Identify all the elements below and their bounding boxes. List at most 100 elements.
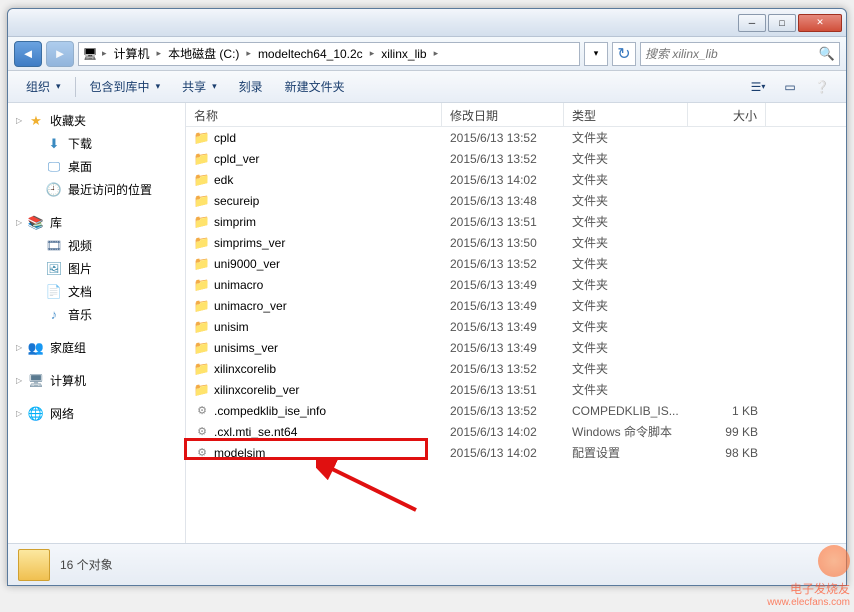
column-size[interactable]: 大小	[688, 103, 766, 126]
file-row[interactable]: 📁unimacro2015/6/13 13:49文件夹	[186, 274, 846, 295]
file-row[interactable]: ⚙.compedklib_ise_info2015/6/13 13:52COMP…	[186, 400, 846, 421]
search-icon[interactable]: 🔍	[819, 46, 835, 62]
file-row[interactable]: 📁unimacro_ver2015/6/13 13:49文件夹	[186, 295, 846, 316]
file-icon: ⚙	[194, 424, 210, 440]
sidebar-item-documents[interactable]: 📄 文档	[8, 280, 185, 303]
burn-button[interactable]: 刻录	[231, 74, 271, 99]
folder-icon: 📁	[194, 319, 210, 335]
file-name: secureip	[214, 194, 259, 208]
homegroup-group: 👥 家庭组	[8, 336, 185, 359]
sidebar-item-music[interactable]: ♪ 音乐	[8, 303, 185, 326]
column-type[interactable]: 类型	[564, 103, 688, 126]
forward-button[interactable]: ►	[46, 41, 74, 67]
computer-header[interactable]: 🖥 计算机	[8, 369, 185, 392]
help-button[interactable]: ❔	[808, 76, 836, 98]
file-row[interactable]: 📁simprim2015/6/13 13:51文件夹	[186, 211, 846, 232]
breadcrumb[interactable]: 🖥 ▸ 计算机 ▸ 本地磁盘 (C:) ▸ modeltech64_10.2c …	[78, 42, 580, 66]
recent-icon: 🕘	[46, 182, 62, 198]
arrow-right-icon: ►	[52, 46, 68, 62]
folder-icon: 📁	[194, 340, 210, 356]
minimize-button[interactable]: ─	[738, 14, 766, 32]
file-name: uni9000_ver	[214, 257, 280, 271]
organize-menu[interactable]: 组织	[18, 74, 69, 99]
file-type: 文件夹	[564, 234, 688, 251]
refresh-button[interactable]: ↻	[612, 42, 636, 66]
file-name: cpld	[214, 131, 236, 145]
favorites-header[interactable]: ★ 收藏夹	[8, 109, 185, 132]
file-row[interactable]: 📁 unisims_ver 2015/6/13 13:49文件夹	[186, 337, 846, 358]
search-box[interactable]: 🔍	[640, 42, 840, 66]
breadcrumb-item[interactable]: xilinx_lib	[377, 43, 430, 65]
toolbar-right: ☰▾ ▭ ❔	[744, 76, 836, 98]
view-button[interactable]: ☰▾	[744, 76, 772, 98]
file-row[interactable]: 📁xilinxcorelib_ver2015/6/13 13:51文件夹	[186, 379, 846, 400]
file-size: 1 KB	[688, 404, 766, 418]
separator	[75, 77, 76, 97]
sidebar-label: 计算机	[50, 372, 86, 389]
sidebar-item-videos[interactable]: 🎞 视频	[8, 234, 185, 257]
file-row[interactable]: 📁unisim2015/6/13 13:49文件夹	[186, 316, 846, 337]
search-input[interactable]	[645, 47, 819, 61]
file-icon: ⚙	[194, 445, 210, 461]
file-name: unimacro_ver	[214, 299, 287, 313]
video-icon: 🎞	[46, 238, 62, 254]
maximize-button[interactable]: □	[768, 14, 796, 32]
file-row[interactable]: 📁secureip2015/6/13 13:48文件夹	[186, 190, 846, 211]
sidebar-label: 视频	[68, 237, 92, 254]
breadcrumb-item[interactable]: modeltech64_10.2c	[254, 43, 367, 65]
file-row[interactable]: 📁uni9000_ver2015/6/13 13:52文件夹	[186, 253, 846, 274]
libraries-header[interactable]: 📚 库	[8, 211, 185, 234]
file-row[interactable]: 📁cpld_ver2015/6/13 13:52文件夹	[186, 148, 846, 169]
homegroup-header[interactable]: 👥 家庭组	[8, 336, 185, 359]
preview-button[interactable]: ▭	[776, 76, 804, 98]
file-date: 2015/6/13 13:49	[442, 341, 564, 355]
include-menu[interactable]: 包含到库中	[82, 74, 169, 99]
file-date: 2015/6/13 13:52	[442, 362, 564, 376]
download-icon: ⬇	[46, 136, 62, 152]
column-date[interactable]: 修改日期	[442, 103, 564, 126]
sidebar-item-desktop[interactable]: 🖵 桌面	[8, 155, 185, 178]
address-bar: ◄ ► 🖥 ▸ 计算机 ▸ 本地磁盘 (C:) ▸ modeltech64_10…	[8, 37, 846, 71]
file-size: 99 KB	[688, 425, 766, 439]
file-date: 2015/6/13 13:52	[442, 257, 564, 271]
sidebar-label: 库	[50, 214, 62, 231]
back-button[interactable]: ◄	[14, 41, 42, 67]
music-icon: ♪	[46, 307, 62, 323]
folder-icon: 📁	[194, 382, 210, 398]
breadcrumb-item[interactable]: 本地磁盘 (C:)	[164, 43, 243, 65]
close-button[interactable]: ✕	[798, 14, 842, 32]
file-date: 2015/6/13 14:02	[442, 446, 564, 460]
file-type: Windows 命令脚本	[564, 423, 688, 440]
column-name[interactable]: 名称	[186, 103, 442, 126]
file-row[interactable]: 📁edk2015/6/13 14:02文件夹	[186, 169, 846, 190]
folder-icon: 📁	[194, 172, 210, 188]
refresh-button[interactable]: ▾	[584, 42, 608, 66]
sidebar-item-downloads[interactable]: ⬇ 下载	[8, 132, 185, 155]
share-menu[interactable]: 共享	[174, 74, 225, 99]
file-name: unisim	[214, 320, 249, 334]
sidebar-label: 文档	[68, 283, 92, 300]
file-date: 2015/6/13 13:50	[442, 236, 564, 250]
file-date: 2015/6/13 13:52	[442, 131, 564, 145]
file-name: unisims_ver	[214, 341, 278, 355]
sidebar-label: 最近访问的位置	[68, 181, 152, 198]
file-row[interactable]: 📁simprims_ver2015/6/13 13:50文件夹	[186, 232, 846, 253]
file-row[interactable]: 📁xilinxcorelib2015/6/13 13:52文件夹	[186, 358, 846, 379]
new-folder-button[interactable]: 新建文件夹	[277, 74, 353, 99]
breadcrumb-item[interactable]: 计算机	[110, 43, 154, 65]
sidebar-item-pictures[interactable]: 🖼 图片	[8, 257, 185, 280]
file-row[interactable]: ⚙.cxl.mti_se.nt642015/6/13 14:02Windows …	[186, 421, 846, 442]
file-type: 文件夹	[564, 339, 688, 356]
file-row[interactable]: 📁cpld2015/6/13 13:52文件夹	[186, 127, 846, 148]
file-date: 2015/6/13 13:51	[442, 215, 564, 229]
file-name: xilinxcorelib_ver	[214, 383, 299, 397]
file-row[interactable]: ⚙modelsim2015/6/13 14:02配置设置98 KB	[186, 442, 846, 463]
network-header[interactable]: 🌐 网络	[8, 402, 185, 425]
file-date: 2015/6/13 13:52	[442, 152, 564, 166]
sidebar-label: 下载	[68, 135, 92, 152]
folder-icon: 📁	[194, 130, 210, 146]
watermark-url: www.elecfans.com	[767, 597, 850, 608]
file-name: modelsim	[214, 446, 265, 460]
file-date: 2015/6/13 14:02	[442, 425, 564, 439]
sidebar-item-recent[interactable]: 🕘 最近访问的位置	[8, 178, 185, 201]
